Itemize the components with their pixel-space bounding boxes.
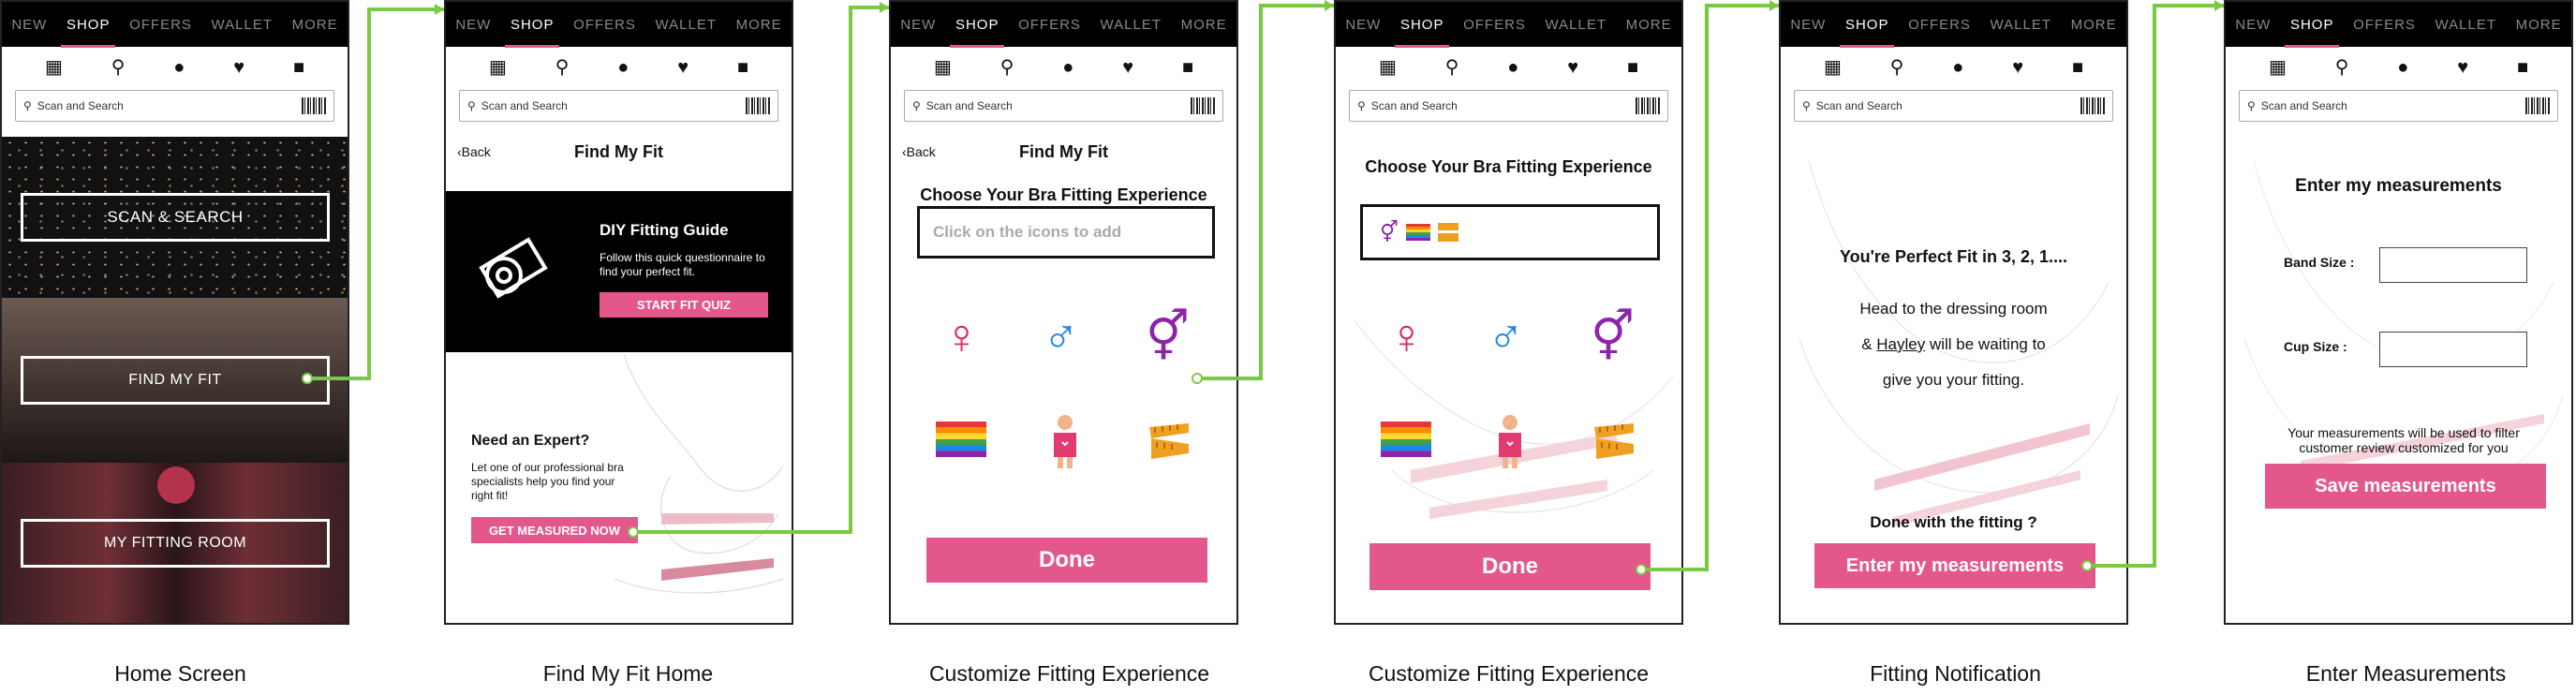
flow-connectors [302,0,2224,575]
